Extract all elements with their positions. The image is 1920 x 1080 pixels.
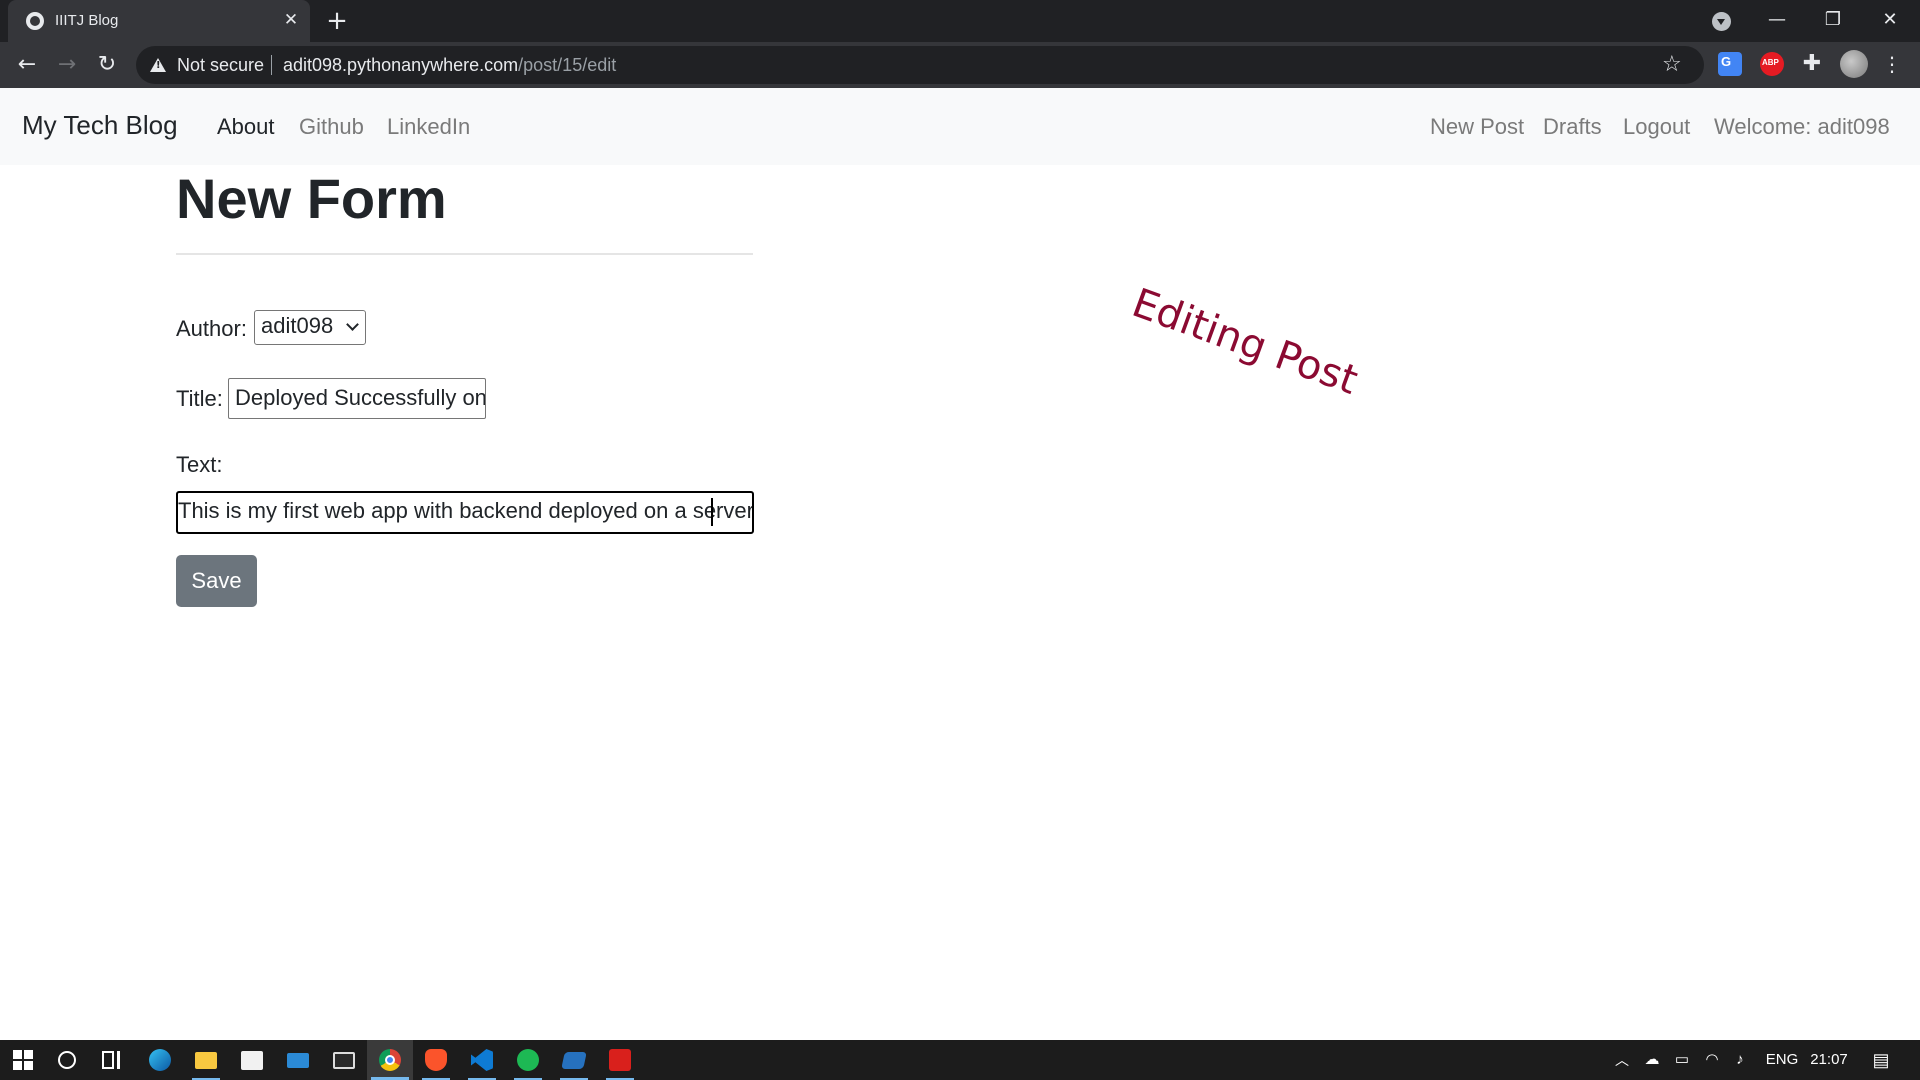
nav-link-github[interactable]: Github — [299, 114, 364, 140]
forward-arrow-icon[interactable]: → — [51, 49, 83, 81]
vscode-icon[interactable] — [459, 1040, 505, 1080]
browser-tab-active[interactable]: IIITJ Blog ✕ — [8, 0, 310, 42]
nav-link-linkedin[interactable]: LinkedIn — [387, 114, 470, 140]
spotify-icon[interactable] — [505, 1040, 551, 1080]
wifi-icon[interactable]: ◠ — [1700, 1040, 1724, 1080]
reload-icon[interactable]: ↻ — [91, 49, 123, 81]
battery-icon[interactable]: ▭ — [1670, 1040, 1694, 1080]
google-translate-icon[interactable] — [1718, 52, 1742, 76]
security-status-label[interactable]: Not secure — [177, 55, 264, 76]
onedrive-cloud-icon[interactable]: ☁ — [1640, 1040, 1664, 1080]
text-caret — [711, 498, 713, 526]
tab-close-icon[interactable]: ✕ — [280, 9, 302, 31]
title-input[interactable]: Deployed Successfully on — [228, 378, 486, 419]
browser-menu-icon[interactable]: ⋮ — [1882, 50, 1902, 78]
file-explorer-icon[interactable] — [183, 1040, 229, 1080]
window-close-button[interactable]: ✕ — [1870, 4, 1910, 36]
chrome-icon[interactable] — [367, 1040, 413, 1080]
address-bar[interactable]: Not secure adit098.pythonanywhere.com/po… — [136, 46, 1704, 84]
microsoft-store-icon[interactable] — [229, 1040, 275, 1080]
site-navbar: My Tech Blog About Github LinkedIn New P… — [0, 88, 1920, 165]
search-circle-icon[interactable] — [44, 1040, 90, 1080]
url-text[interactable]: adit098.pythonanywhere.com/post/15/edit — [283, 55, 616, 76]
windows-taskbar: ︿ ☁ ▭ ◠ ♪ ENG 21:07 ▤ — [0, 1040, 1920, 1080]
start-button[interactable] — [0, 1040, 46, 1080]
warning-icon[interactable] — [150, 58, 166, 72]
nav-link-about[interactable]: About — [217, 114, 275, 140]
system-clock[interactable]: 21:07 — [1806, 1040, 1852, 1080]
acrobat-icon[interactable] — [597, 1040, 643, 1080]
task-view-icon[interactable] — [88, 1040, 134, 1080]
chevron-down-icon — [346, 318, 359, 331]
author-selected-value: adit098 — [261, 313, 334, 338]
site-brand[interactable]: My Tech Blog — [22, 110, 178, 141]
browser-tab-strip: IIITJ Blog ✕ + — ❐ ✕ — [0, 0, 1920, 42]
input-language[interactable]: ENG — [1762, 1040, 1802, 1080]
back-arrow-icon[interactable]: ← — [11, 49, 43, 81]
title-divider — [176, 253, 753, 255]
brave-icon[interactable] — [413, 1040, 459, 1080]
volume-icon[interactable]: ♪ — [1728, 1040, 1752, 1080]
editing-post-stamp: Editing Post — [1126, 280, 1364, 404]
page-title: New Form — [176, 167, 447, 230]
browser-toolbar: ← → ↻ Not secure adit098.pythonanywhere.… — [0, 42, 1920, 88]
author-select[interactable]: adit098 — [254, 310, 366, 345]
terminal-icon[interactable] — [321, 1040, 367, 1080]
title-label: Title: — [176, 386, 223, 411]
powershell-icon[interactable] — [551, 1040, 597, 1080]
new-tab-icon[interactable]: + — [324, 6, 350, 36]
tab-title: IIITJ Blog — [55, 12, 119, 29]
save-button[interactable]: Save — [176, 555, 257, 607]
extensions-puzzle-icon[interactable]: ✚ — [1800, 52, 1824, 76]
globe-icon — [26, 12, 44, 30]
mail-icon[interactable] — [275, 1040, 321, 1080]
action-center-icon[interactable]: ▤ — [1866, 1040, 1896, 1080]
nav-link-drafts[interactable]: Drafts — [1543, 114, 1602, 140]
tab-search-icon[interactable] — [1712, 12, 1731, 31]
window-restore-button[interactable]: ❐ — [1813, 4, 1853, 36]
windows-logo-icon — [13, 1050, 33, 1070]
text-label: Text: — [176, 452, 223, 477]
nav-link-logout[interactable]: Logout — [1623, 114, 1690, 140]
text-input[interactable]: This is my first web app with backend de… — [176, 491, 754, 534]
bookmark-star-icon[interactable]: ☆ — [1662, 51, 1682, 79]
title-input-value: Deployed Successfully on — [235, 385, 486, 410]
text-input-value: This is my first web app with backend de… — [178, 498, 754, 523]
adblock-plus-icon[interactable] — [1760, 52, 1784, 76]
profile-avatar[interactable] — [1840, 50, 1868, 78]
author-label: Author: — [176, 316, 247, 341]
edge-browser-icon[interactable] — [137, 1040, 183, 1080]
window-minimize-button[interactable]: — — [1757, 4, 1797, 36]
url-host: adit098.pythonanywhere.com — [283, 55, 519, 75]
address-divider — [271, 55, 272, 75]
nav-link-new-post[interactable]: New Post — [1430, 114, 1524, 140]
tray-chevron-up-icon[interactable]: ︿ — [1610, 1040, 1634, 1080]
nav-welcome-user[interactable]: Welcome: adit098 — [1714, 114, 1890, 140]
url-path: /post/15/edit — [518, 55, 617, 75]
